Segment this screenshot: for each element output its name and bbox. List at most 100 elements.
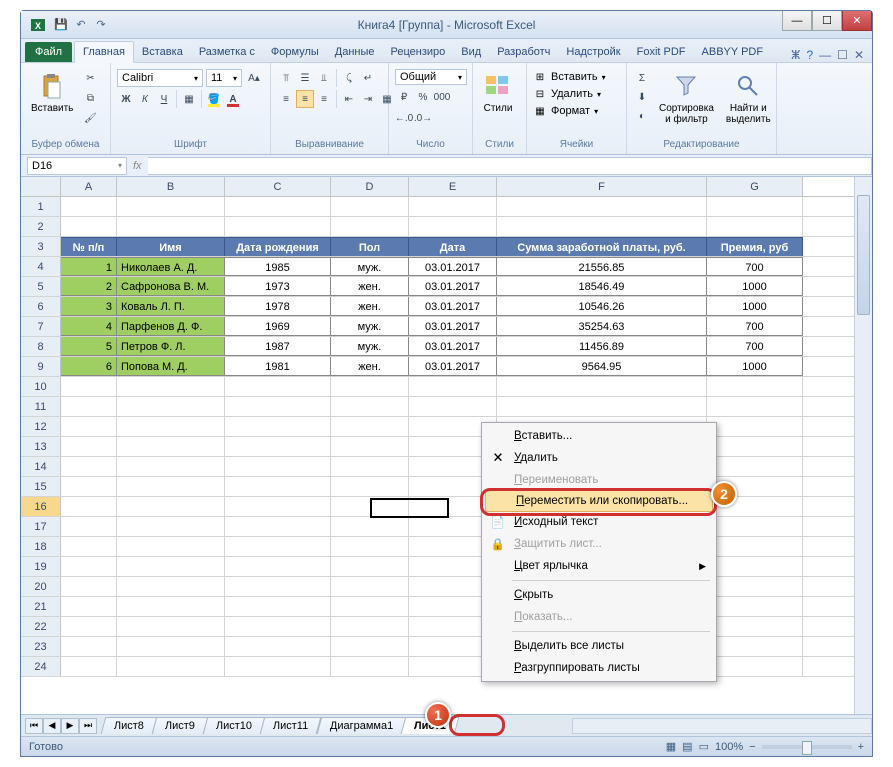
cell[interactable]: муж. [331,337,409,356]
cell[interactable] [707,377,803,396]
cell[interactable]: Парфенов Д. Ф. [117,317,225,336]
cell[interactable]: 5 [61,337,117,356]
horizontal-scrollbar[interactable] [572,718,872,734]
cell[interactable] [61,397,117,416]
cell[interactable]: 11456.89 [497,337,707,356]
cell[interactable] [61,657,117,676]
row-header[interactable]: 23 [21,637,61,656]
cell[interactable] [225,497,331,516]
fill-color-icon[interactable]: 🪣 [205,90,223,108]
cell[interactable] [707,197,803,216]
cell[interactable] [225,397,331,416]
font-name-select[interactable]: Calibri▾ [117,69,203,87]
row-header[interactable]: 19 [21,557,61,576]
row-header[interactable]: 3 [21,237,61,256]
cell[interactable] [331,577,409,596]
row-header[interactable]: 7 [21,317,61,336]
cell[interactable] [117,417,225,436]
autosum-icon[interactable]: Σ [633,69,651,87]
cell[interactable] [497,377,707,396]
bold-button[interactable]: Ж [117,90,135,108]
tab-home[interactable]: Главная [74,41,134,63]
cell[interactable] [225,537,331,556]
tab-data[interactable]: Данные [327,42,383,62]
cell[interactable] [117,577,225,596]
row-header[interactable]: 5 [21,277,61,296]
row-header[interactable]: 9 [21,357,61,376]
cell[interactable] [225,417,331,436]
cell[interactable]: 1987 [225,337,331,356]
wrap-text-icon[interactable]: ↵ [359,69,377,87]
align-left-icon[interactable]: ≡ [277,90,295,108]
cell[interactable]: 03.01.2017 [409,337,497,356]
cell[interactable] [117,377,225,396]
find-select-button[interactable]: Найти и выделить [722,69,775,127]
maximize-button[interactable]: ☐ [812,11,842,31]
sheet-tab[interactable]: Лист10 [203,717,266,734]
currency-icon[interactable]: ₽ [395,88,413,106]
cell[interactable] [331,457,409,476]
cell[interactable]: 1000 [707,277,803,296]
cell[interactable]: муж. [331,257,409,276]
cell[interactable] [331,437,409,456]
cell[interactable] [707,617,803,636]
cell[interactable] [225,457,331,476]
tab-developer[interactable]: Разработч [489,42,558,62]
cell[interactable] [117,537,225,556]
cell[interactable] [331,397,409,416]
cell[interactable]: Николаев А. Д. [117,257,225,276]
cell[interactable]: 3 [61,297,117,316]
cell[interactable] [707,517,803,536]
file-tab[interactable]: Файл [25,42,72,62]
cell[interactable] [497,397,707,416]
name-box[interactable]: D16▾ [27,157,127,175]
minimize-button[interactable]: — [782,11,812,31]
cell[interactable] [117,517,225,536]
cell[interactable]: 18546.49 [497,277,707,296]
cell[interactable] [331,637,409,656]
cell[interactable] [61,377,117,396]
delete-cells-button[interactable]: ⊟Удалить▾ [533,86,601,102]
tab-review[interactable]: Рецензиро [383,42,454,62]
italic-button[interactable]: К [136,90,154,108]
cell[interactable] [117,197,225,216]
context-menu-item[interactable]: Переместить или скопировать... [485,490,713,512]
row-header[interactable]: 22 [21,617,61,636]
cell[interactable] [225,517,331,536]
cell[interactable] [497,197,707,216]
row-header[interactable]: 14 [21,457,61,476]
cell[interactable] [497,217,707,236]
cell[interactable] [409,397,497,416]
cut-icon[interactable]: ✂ [81,69,99,87]
close-button[interactable]: ✕ [842,11,872,31]
row-header[interactable]: 4 [21,257,61,276]
copy-icon[interactable]: ⧉ [81,89,99,107]
cell[interactable] [225,377,331,396]
cell[interactable] [61,477,117,496]
context-menu-item[interactable]: Цвет ярлычка▶ [484,555,714,577]
cell[interactable] [61,457,117,476]
cell[interactable]: 1969 [225,317,331,336]
sheet-tab[interactable]: Лист8 [101,717,158,734]
cell[interactable] [225,217,331,236]
zoom-level[interactable]: 100% [715,741,743,753]
cell[interactable] [707,637,803,656]
cell[interactable] [331,197,409,216]
cell[interactable]: Коваль Л. П. [117,297,225,316]
cell[interactable] [61,197,117,216]
context-menu-item[interactable]: Скрыть [484,584,714,606]
increase-indent-icon[interactable]: ⇥ [359,90,377,108]
comma-icon[interactable]: 000 [433,88,451,106]
cell[interactable] [707,537,803,556]
cell[interactable]: 35254.63 [497,317,707,336]
row-header[interactable]: 24 [21,657,61,676]
zoom-out-icon[interactable]: − [749,741,755,753]
border-icon[interactable]: ▦ [180,90,198,108]
align-right-icon[interactable]: ≡ [315,90,333,108]
cell[interactable] [225,557,331,576]
cell[interactable] [225,197,331,216]
cell[interactable] [331,497,409,516]
cell[interactable] [225,597,331,616]
row-header[interactable]: 18 [21,537,61,556]
undo-icon[interactable]: ↶ [73,17,89,33]
